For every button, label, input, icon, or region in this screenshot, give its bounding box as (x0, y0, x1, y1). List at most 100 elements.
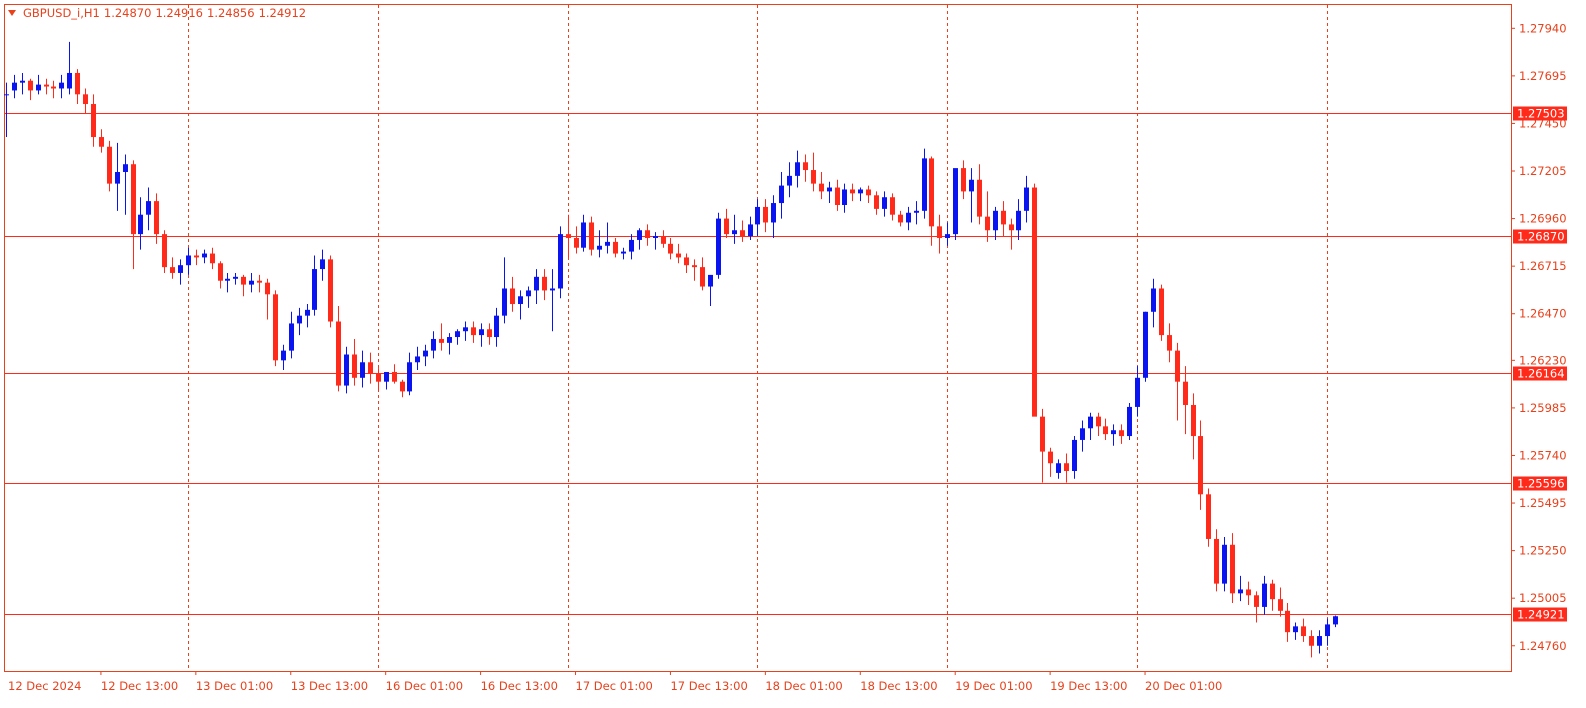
candle-body (985, 216, 990, 231)
candle-body (186, 255, 191, 266)
candle-body (305, 309, 310, 316)
candle-body (518, 296, 523, 305)
price-chart[interactable]: 1.279401.276951.274501.272051.269601.267… (0, 0, 1586, 708)
candle-body (700, 267, 705, 287)
candle-body (953, 168, 958, 235)
candle-body (929, 158, 934, 227)
candle-body (605, 241, 610, 246)
candle-body (882, 197, 887, 209)
candle-body (407, 362, 412, 392)
candle-body (336, 321, 341, 386)
price-tick-label: 1.26715 (1519, 259, 1567, 273)
candle-body (740, 230, 745, 237)
candle-body (629, 239, 634, 252)
candle-body (28, 80, 33, 91)
time-tick-label: 13 Dec 01:00 (196, 679, 273, 693)
candle-body (257, 280, 262, 283)
candle-body (154, 201, 159, 235)
candle-body (178, 265, 183, 273)
candle-body (36, 84, 41, 91)
candle-body (526, 290, 531, 297)
time-tick-label: 18 Dec 13:00 (860, 679, 937, 693)
candle-body (44, 84, 49, 87)
candle-body (1309, 636, 1314, 646)
candle-body (542, 276, 547, 291)
candle-body (589, 222, 594, 250)
candle-body (439, 338, 444, 343)
candle-body (1230, 544, 1235, 594)
candle-body (115, 171, 120, 184)
candle-body (265, 282, 270, 295)
candle-body (297, 315, 302, 324)
candle-body (906, 212, 911, 223)
candle-body (1032, 187, 1037, 417)
candle-body (653, 236, 658, 239)
candle-body (1151, 288, 1156, 312)
candle-body (977, 179, 982, 217)
candle-body (146, 201, 151, 215)
candle-body (1278, 599, 1283, 611)
candle-body (676, 253, 681, 258)
candle-body (922, 158, 927, 211)
candle-body (471, 327, 476, 336)
time-tick-label: 17 Dec 13:00 (670, 679, 747, 693)
candle-body (233, 276, 238, 279)
candle-body (312, 269, 317, 310)
candle-body (131, 164, 136, 235)
candle-body (1143, 311, 1148, 378)
candle-body (1191, 404, 1196, 437)
candle-body (937, 226, 942, 239)
candle-body (1167, 335, 1172, 351)
candle-body (684, 257, 689, 266)
time-tick-label: 19 Dec 13:00 (1050, 679, 1127, 693)
candle-body (162, 234, 167, 268)
candle-body (748, 224, 753, 237)
candle-body (858, 189, 863, 194)
candle-body (566, 234, 571, 239)
price-tick-label: 1.27940 (1519, 21, 1567, 35)
candle-body (59, 82, 64, 89)
candle-body (811, 170, 816, 184)
candle-body (1301, 626, 1306, 637)
candle-body (1317, 636, 1322, 646)
time-tick-label: 16 Dec 13:00 (481, 679, 558, 693)
candle-body (795, 162, 800, 176)
candle-body (1009, 224, 1014, 231)
candle-body (218, 263, 223, 281)
time-tick-label: 12 Dec 13:00 (101, 679, 178, 693)
candle-body (423, 350, 428, 357)
candle-body (328, 259, 333, 322)
candle-body (961, 168, 966, 192)
time-tick-label: 20 Dec 01:00 (1145, 679, 1222, 693)
candle-body (787, 175, 792, 186)
time-separators (188, 5, 1328, 671)
candle-body (1064, 463, 1069, 472)
candle-body (455, 331, 460, 338)
candle-body (376, 373, 381, 382)
price-tick-label: 1.25985 (1519, 401, 1567, 415)
candle-body (550, 288, 555, 291)
candle-body (1001, 210, 1006, 225)
candle-body (827, 187, 832, 192)
candle-body (1080, 428, 1085, 440)
candle-body (1127, 406, 1132, 437)
candle-body (890, 197, 895, 215)
candle-body (661, 236, 666, 244)
candle-body (510, 288, 515, 305)
candle-body (202, 253, 207, 258)
candle-body (170, 267, 175, 273)
candle-body (724, 218, 729, 235)
candle-body (320, 259, 325, 270)
candle-body (993, 210, 998, 231)
candle-body (803, 162, 808, 171)
candle-body (241, 276, 246, 285)
candle-body (819, 183, 824, 192)
candle-body (431, 338, 436, 351)
time-tick-label: 17 Dec 01:00 (576, 679, 653, 693)
price-tick-label: 1.26230 (1519, 353, 1567, 367)
candle-body (344, 354, 349, 386)
candle-body (1285, 610, 1290, 633)
candle-body (914, 210, 919, 213)
candle-body (692, 265, 697, 268)
price-tick-label: 1.25740 (1519, 448, 1567, 462)
